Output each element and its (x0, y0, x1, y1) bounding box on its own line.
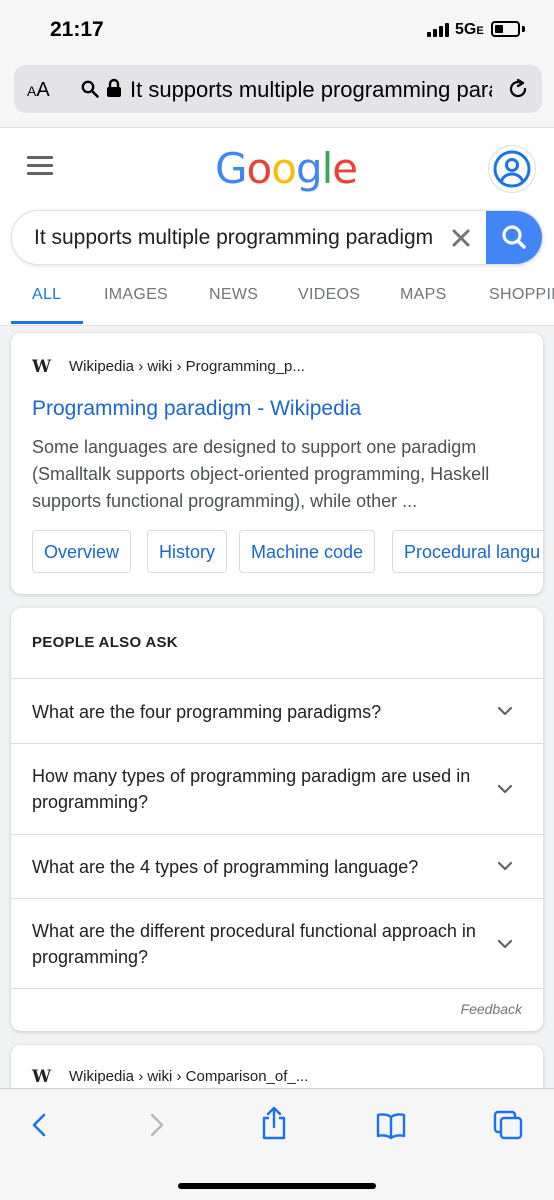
sitelink-history[interactable]: History (147, 530, 228, 573)
home-indicator (178, 1183, 376, 1189)
result-breadcrumb: Wikipedia › wiki › Comparison_of_... (69, 1068, 309, 1085)
paa-question-text: How many types of programming paradigm a… (32, 766, 471, 812)
tab-images[interactable]: IMAGES (104, 286, 168, 304)
search-tabs: ALL IMAGES NEWS VIDEOS MAPS SHOPPING (0, 276, 554, 326)
chevron-down-icon (497, 861, 513, 871)
status-bar: 21:17 5GE (0, 0, 554, 58)
tab-maps[interactable]: MAPS (400, 286, 447, 304)
paa-question[interactable]: What are the 4 types of programming lang… (11, 834, 543, 898)
people-also-ask-card: PEOPLE ALSO ASK What are the four progra… (11, 608, 543, 1031)
account-avatar[interactable] (489, 146, 535, 192)
share-icon[interactable] (259, 1105, 289, 1141)
reload-icon[interactable] (506, 77, 530, 101)
tab-videos[interactable]: VIDEOS (298, 286, 360, 304)
result-title-link[interactable]: Programming paradigm - Wikipedia (32, 397, 361, 421)
logo-letter: e (332, 144, 358, 193)
tab-news[interactable]: NEWS (209, 286, 258, 304)
signal-strength-icon (427, 23, 451, 37)
battery-icon (491, 21, 520, 37)
sitelink-overview[interactable]: Overview (32, 530, 132, 573)
forward-icon[interactable] (144, 1109, 168, 1141)
paa-heading: PEOPLE ALSO ASK (32, 634, 178, 651)
wikipedia-icon: W (32, 1067, 52, 1087)
url-text[interactable]: It supports multiple programming paradig… (130, 77, 492, 103)
network-type: 5GE (455, 21, 484, 38)
wikipedia-icon: W (32, 357, 52, 377)
paa-question[interactable]: What are the four programming paradigms? (11, 678, 543, 743)
menu-icon[interactable] (27, 156, 53, 176)
lock-icon (107, 78, 121, 97)
sitelink-procedural[interactable]: Procedural langu (392, 530, 543, 573)
chevron-down-icon (497, 784, 513, 794)
search-icon (502, 225, 526, 249)
bookmarks-icon[interactable] (375, 1109, 407, 1141)
logo-letter: g (295, 144, 323, 193)
paa-question-text: What are the different procedural functi… (32, 921, 476, 967)
paa-question[interactable]: What are the different procedural functi… (11, 898, 543, 988)
sitelink-machine-code[interactable]: Machine code (239, 530, 376, 573)
paa-question-text: What are the four programming paradigms? (32, 702, 382, 722)
status-time: 21:17 (50, 18, 104, 41)
active-tab-indicator (11, 321, 83, 324)
logo-letter: o (246, 144, 273, 193)
browser-address-area: AA It supports multiple programming para… (0, 58, 554, 128)
google-header: Google It supports multiple programming … (0, 128, 554, 326)
text-size-button[interactable]: AA (27, 79, 50, 102)
account-icon (493, 150, 531, 188)
result-breadcrumb: Wikipedia › wiki › Programming_p... (69, 358, 305, 375)
search-button[interactable] (486, 211, 542, 264)
chevron-down-icon (497, 939, 513, 949)
tab-all[interactable]: ALL (32, 286, 61, 304)
result-snippet: Some languages are designed to support o… (32, 437, 490, 511)
tab-shopping[interactable]: SHOPPING (489, 286, 554, 304)
logo-letter: o (271, 144, 297, 193)
back-icon[interactable] (28, 1109, 52, 1141)
logo-letter: G (215, 144, 248, 193)
paa-question-text: What are the 4 types of programming lang… (32, 857, 419, 877)
google-logo[interactable]: Google (215, 144, 358, 193)
search-result-card: W Wikipedia › wiki › Programming_p... Pr… (11, 333, 543, 594)
feedback-link[interactable]: Feedback (461, 1001, 522, 1017)
address-bar[interactable]: AA It supports multiple programming para… (14, 65, 542, 113)
paa-question[interactable]: How many types of programming paradigm a… (11, 743, 543, 834)
chevron-down-icon (497, 706, 513, 716)
search-input[interactable]: It supports multiple programming paradig… (34, 226, 444, 250)
clear-icon[interactable] (448, 225, 474, 251)
tabs-icon[interactable] (492, 1109, 524, 1141)
logo-letter: l (321, 144, 334, 193)
search-box[interactable]: It supports multiple programming paradig… (11, 210, 543, 265)
search-icon (81, 80, 99, 98)
